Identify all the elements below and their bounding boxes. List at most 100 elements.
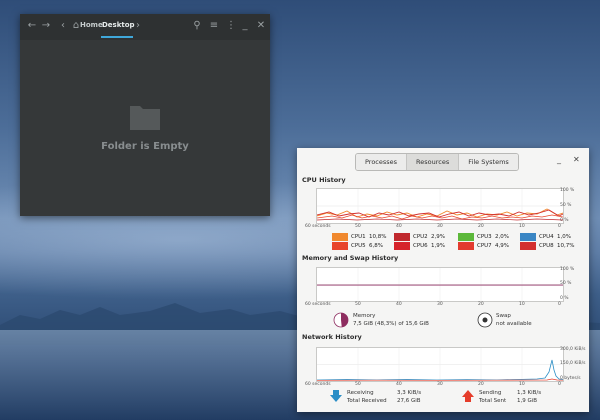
cpu-label: CPU3: [477, 234, 492, 240]
folder-icon: [130, 106, 160, 130]
total-sent-value: 1,9 GiB: [517, 398, 538, 404]
cpu-x-tick: 40: [396, 224, 402, 229]
memory-y-tick-50: 50 %: [560, 281, 572, 286]
cpu-x-tick: 20: [478, 224, 484, 229]
cpu-color-swatch[interactable]: [394, 242, 410, 250]
close-icon[interactable]: ✕: [573, 155, 580, 164]
swap-value: not available: [496, 321, 532, 327]
cpu-graph: [316, 188, 564, 224]
cpu-color-swatch[interactable]: [458, 233, 474, 241]
file-manager-headerbar: ← → ‹ ⌂ Home Desktop › ⚲ ≡ ⋮ _ ✕: [20, 14, 270, 40]
memory-x-tick: 40: [396, 302, 402, 307]
memory-x-tick: 60 seconds: [305, 302, 331, 307]
cpu-label: CPU7: [477, 243, 492, 249]
memory-x-tick: 0: [558, 302, 561, 307]
download-arrow-icon: [330, 390, 342, 402]
network-graph-lines: [316, 348, 564, 381]
memory-x-tick: 30: [437, 302, 443, 307]
cpu-value: 1,0%: [557, 234, 571, 240]
network-history-title: Network History: [302, 333, 362, 341]
network-x-tick: 20: [478, 382, 484, 387]
receiving-value: 3,3 KiB/s: [397, 390, 422, 396]
memory-label: Memory: [353, 313, 376, 319]
cpu-label: CPU4: [539, 234, 554, 240]
system-monitor-window: Processes Resources File Systems _ ✕ CPU…: [297, 148, 589, 412]
minimize-icon[interactable]: _: [239, 20, 251, 32]
minimize-icon[interactable]: _: [557, 155, 561, 164]
back-icon[interactable]: ←: [26, 20, 38, 32]
network-x-tick: 40: [396, 382, 402, 387]
receiving-label: Receiving: [347, 390, 374, 396]
tab-processes[interactable]: Processes: [356, 154, 408, 170]
swap-icon: [477, 312, 493, 328]
cpu-color-swatch[interactable]: [458, 242, 474, 250]
network-graph: [316, 347, 564, 382]
memory-graph: [316, 267, 564, 302]
cpu-y-tick-50: 50 %: [560, 203, 572, 208]
network-y-tick-zero: 0 bytes/s: [560, 376, 581, 381]
cpu-x-tick: 30: [437, 224, 443, 229]
cpu-x-tick: 10: [519, 224, 525, 229]
upload-arrow-icon: [462, 390, 474, 402]
cpu-x-tick: 0: [558, 224, 561, 229]
cpu-x-tick: 50: [355, 224, 361, 229]
cpu-label: CPU1: [351, 234, 366, 240]
view-options-icon[interactable]: ≡: [208, 20, 220, 32]
close-icon[interactable]: ✕: [255, 20, 267, 32]
cpu-value: 10,8%: [369, 234, 387, 240]
cpu-x-tick: 60 seconds: [305, 224, 331, 229]
cpu-label: CPU6: [413, 243, 428, 249]
sending-label: Sending: [479, 390, 502, 396]
forward-icon[interactable]: →: [40, 20, 52, 32]
cpu-value: 10,7%: [557, 243, 575, 249]
cpu-value: 1,9%: [431, 243, 445, 249]
network-y-tick-max: 300,0 KiB/s: [560, 347, 586, 352]
tab-file-systems[interactable]: File Systems: [459, 154, 518, 170]
tab-bar: Processes Resources File Systems: [355, 153, 519, 171]
cpu-y-tick-0: 0 %: [560, 218, 569, 223]
cpu-label: CPU5: [351, 243, 366, 249]
cpu-y-tick-100: 100 %: [560, 188, 575, 193]
chevron-right-icon[interactable]: ›: [132, 20, 144, 32]
file-manager-window: ← → ‹ ⌂ Home Desktop › ⚲ ≡ ⋮ _ ✕ Folder …: [20, 14, 270, 216]
network-x-tick: 60 seconds: [305, 382, 331, 387]
cpu-value: 4,9%: [495, 243, 509, 249]
total-received-label: Total Received: [347, 398, 387, 404]
cpu-color-swatch[interactable]: [520, 242, 536, 250]
empty-folder-message: Folder is Empty: [101, 141, 189, 152]
cpu-label: CPU2: [413, 234, 428, 240]
memory-y-tick-0: 0 %: [560, 296, 569, 301]
memory-y-tick-100: 100 %: [560, 267, 575, 272]
network-x-tick: 10: [519, 382, 525, 387]
cpu-label: CPU8: [539, 243, 554, 249]
memory-x-tick: 20: [478, 302, 484, 307]
network-x-tick: 50: [355, 382, 361, 387]
cpu-color-swatch[interactable]: [332, 242, 348, 250]
memory-pie-icon: [333, 312, 349, 328]
menu-icon[interactable]: ⋮: [225, 20, 237, 32]
total-received-value: 27,6 GiB: [397, 398, 421, 404]
network-x-tick: 30: [437, 382, 443, 387]
total-sent-label: Total Sent: [479, 398, 507, 404]
breadcrumb-home[interactable]: Home: [80, 21, 103, 29]
breadcrumb-active-indicator: [101, 36, 133, 38]
breadcrumb-desktop[interactable]: Desktop: [102, 21, 135, 29]
search-icon[interactable]: ⚲: [191, 20, 203, 32]
tab-resources[interactable]: Resources: [407, 154, 460, 170]
cpu-value: 2,0%: [495, 234, 509, 240]
cpu-color-swatch[interactable]: [332, 233, 348, 241]
swap-label: Swap: [496, 313, 511, 319]
cpu-value: 2,9%: [431, 234, 445, 240]
memory-swap-history-title: Memory and Swap History: [302, 254, 399, 262]
cpu-color-swatch[interactable]: [394, 233, 410, 241]
memory-x-tick: 10: [519, 302, 525, 307]
memory-value: 7,5 GiB (48,3%) of 15,6 GiB: [353, 321, 429, 327]
network-x-tick: 0: [558, 382, 561, 387]
chevron-left-icon[interactable]: ‹: [57, 20, 69, 32]
cpu-color-swatch[interactable]: [520, 233, 536, 241]
sending-value: 1,3 KiB/s: [517, 390, 542, 396]
memory-graph-lines: [317, 268, 563, 301]
network-y-tick-mid: 150,0 KiB/s: [560, 361, 586, 366]
memory-x-tick: 50: [355, 302, 361, 307]
cpu-graph-lines: [316, 189, 564, 223]
